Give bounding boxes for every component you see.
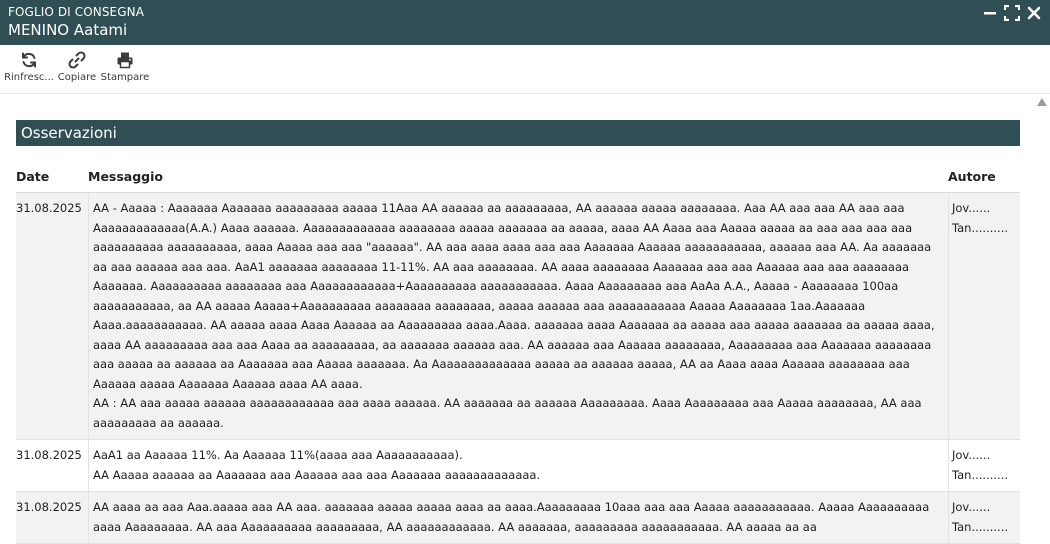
row-date: 31.08.2025 [16, 500, 82, 514]
toolbar: Rinfresc... Copiare Stampare [0, 45, 1050, 93]
table-row[interactable]: 31.08.2025 AA - Aaaaa : Aaaaaaa Aaaaaaa … [16, 193, 1020, 440]
window-controls [981, 5, 1043, 21]
column-header-author[interactable]: Autore [948, 154, 1020, 192]
copy-label: Copiare [57, 72, 97, 83]
window-titlebar: FOGLIO DI CONSEGNA MENINO Aatami [0, 0, 1050, 45]
patient-name: MENINO Aatami [8, 21, 128, 39]
close-icon[interactable] [1025, 5, 1043, 21]
author-name: Jov...... [952, 500, 991, 514]
author-name: Tan.......... [952, 220, 1009, 235]
table-row[interactable]: 31.08.2025 AaA1 aa Aaaaaa 11%. Aa Aaaaaa… [16, 440, 1020, 492]
refresh-label: Rinfresc... [4, 72, 54, 83]
column-header-message[interactable]: Messaggio [88, 154, 948, 192]
table-row[interactable]: 31.08.2025 AA aaaa aa aaa Aaa.aaaaa aaa … [16, 492, 1020, 544]
author-name: Jov...... [952, 448, 991, 462]
column-header-date[interactable]: Date [16, 154, 88, 192]
row-date: 31.08.2025 [16, 201, 82, 215]
author-name: Tan.......... [952, 519, 1009, 534]
window-subtitle: FOGLIO DI CONSEGNA [8, 5, 145, 19]
message-text: AA aaaa aa aaa Aaa.aaaaa aaa AA aaa. aaa… [93, 500, 933, 534]
author-name: Tan.......... [952, 467, 1009, 482]
observations-table: Date Messaggio Autore 31.08.2025 AA - Aa… [16, 154, 1020, 544]
message-text: AA Aaaaa aaaaaa aa Aaaaaaa aaa Aaaaaa aa… [93, 467, 541, 482]
author-name: Jov...... [952, 201, 991, 215]
print-button[interactable]: Stampare [101, 45, 149, 83]
printer-icon [116, 51, 134, 69]
message-text: AaA1 aa Aaaaaa 11%. Aa Aaaaaa 11%(aaaa a… [93, 448, 463, 462]
maximize-icon[interactable] [1003, 5, 1021, 21]
row-message: AaA1 aa Aaaaaa 11%. Aa Aaaaaa 11%(aaaa a… [88, 440, 948, 491]
print-label: Stampare [100, 72, 150, 83]
minimize-icon[interactable] [981, 5, 999, 21]
refresh-icon [20, 51, 38, 69]
row-date: 31.08.2025 [16, 448, 82, 462]
row-author: Jov...... Tan.......... [948, 193, 1020, 439]
table-header: Date Messaggio Autore [16, 154, 1020, 193]
content-panel: Osservazioni Date Messaggio Autore 31.08… [0, 93, 1050, 544]
section-title: Osservazioni [16, 120, 1020, 146]
copy-button[interactable]: Copiare [53, 45, 101, 83]
row-message: AA - Aaaaa : Aaaaaaa Aaaaaaa aaaaaaaaa a… [88, 193, 948, 439]
refresh-button[interactable]: Rinfresc... [4, 45, 54, 83]
row-author: Jov...... Tan.......... [948, 440, 1020, 491]
scroll-up-icon[interactable] [1037, 98, 1047, 106]
link-icon [68, 51, 86, 69]
message-text: AA - Aaaaa : Aaaaaaa Aaaaaaa aaaaaaaaa a… [93, 201, 939, 391]
row-message: AA aaaa aa aaa Aaa.aaaaa aaa AA aaa. aaa… [88, 492, 948, 543]
row-author: Jov...... Tan.......... [948, 492, 1020, 543]
message-text: AA : AA aaa aaaaa aaaaaa aaaaaaaaaaaa aa… [93, 396, 926, 430]
